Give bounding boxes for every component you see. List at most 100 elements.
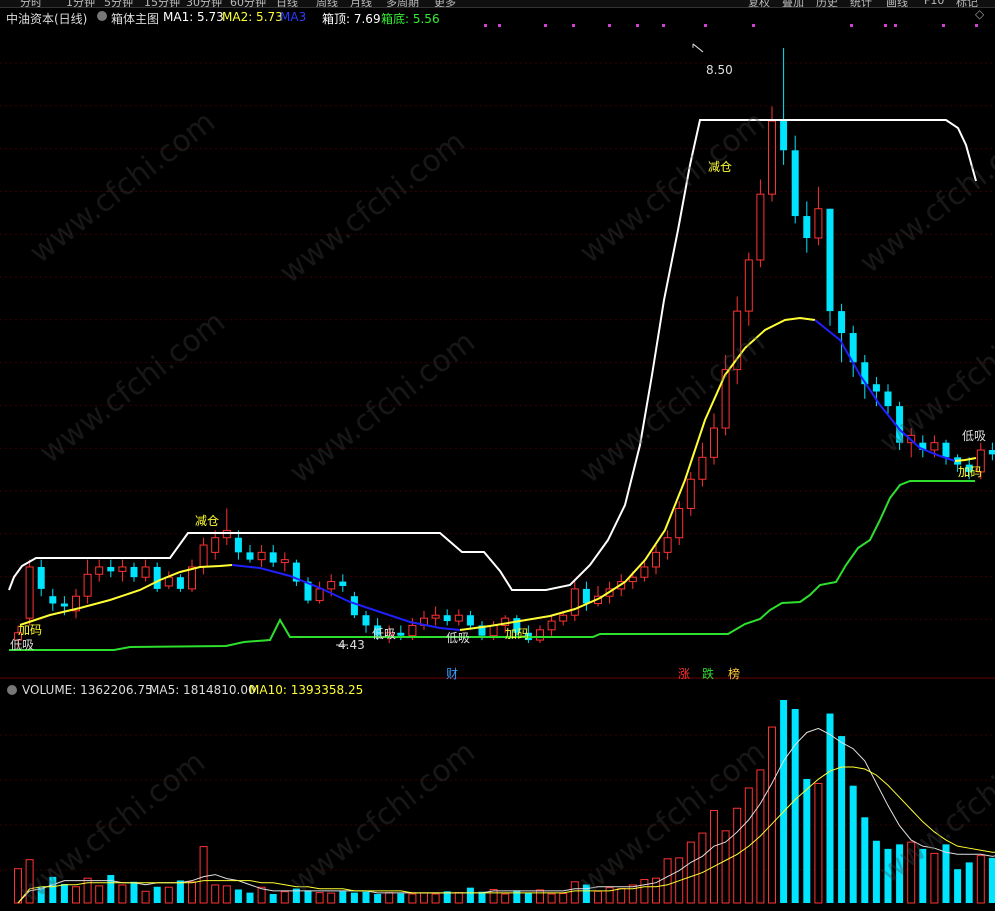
candle-body <box>988 450 995 455</box>
candle-body <box>397 632 405 636</box>
volume-bar <box>188 881 196 904</box>
candle-body <box>176 577 184 589</box>
volume-bar <box>976 855 985 904</box>
candle-body <box>408 624 417 637</box>
event-marker-billboard: 榜 <box>728 666 740 681</box>
volume-bar <box>849 785 857 903</box>
candle-body <box>675 507 684 539</box>
candle-body <box>756 193 765 261</box>
candle-body <box>443 615 451 622</box>
candle-body <box>744 259 753 312</box>
candle-body <box>141 566 150 578</box>
volume-bar <box>628 884 637 904</box>
candle-body <box>37 566 45 589</box>
volume-bar <box>988 857 995 903</box>
volume-bar <box>965 862 973 903</box>
volume-bar <box>199 846 208 904</box>
signal-dot <box>752 24 755 27</box>
signal-dot <box>850 24 853 27</box>
volume-bar <box>280 891 289 904</box>
candle-body <box>536 629 544 641</box>
candle-body <box>872 384 880 392</box>
candle-body <box>257 551 266 561</box>
volume-bar <box>315 892 324 904</box>
candle-body <box>791 150 799 217</box>
volume-bar <box>640 879 649 904</box>
candle-body <box>780 121 788 151</box>
candle-body <box>454 614 463 622</box>
candle-body <box>466 615 474 626</box>
signal-buy-low: 低吸 <box>372 627 396 641</box>
candle-body <box>838 311 846 334</box>
volume-bar <box>107 875 115 903</box>
volume-bar <box>431 893 440 904</box>
candle-body <box>663 537 672 553</box>
volume-bar <box>466 887 474 903</box>
candle-body <box>686 478 695 509</box>
volume-bar <box>861 817 869 903</box>
volume-bar <box>397 893 405 903</box>
event-marker-limit-down: 跌 <box>702 666 714 681</box>
signal-buy-low: 低吸 <box>10 638 34 652</box>
volume-bar <box>698 832 707 904</box>
signal-buy-low: 低吸 <box>446 631 470 645</box>
volume-bar <box>385 892 394 904</box>
candle-body <box>60 603 68 607</box>
signal-buy-low: 低吸 <box>962 429 986 443</box>
candle-body <box>269 552 277 563</box>
volume-bar <box>570 881 579 904</box>
volume-bar <box>872 840 880 903</box>
volume-bar <box>339 891 347 903</box>
volume-bar <box>176 880 184 903</box>
volume-bar <box>454 892 463 904</box>
volume-bar <box>374 893 382 903</box>
volume-bar <box>617 888 626 904</box>
volume-bar <box>768 726 776 904</box>
candle-body <box>489 624 498 637</box>
volume-bar <box>803 778 811 903</box>
volume-bar <box>164 886 173 904</box>
candle-body <box>118 566 127 572</box>
volume-bar <box>838 736 846 903</box>
candle-body <box>640 566 649 578</box>
candle-body <box>431 614 440 619</box>
volume-bar <box>744 787 753 904</box>
volume-bar <box>559 893 568 904</box>
event-marker-limit-up: 涨 <box>678 666 690 681</box>
volume-bar <box>246 892 254 903</box>
candle-body <box>107 566 115 572</box>
volume-bar <box>686 841 695 904</box>
candle-body <box>547 620 556 631</box>
volume-bar <box>222 885 231 904</box>
volume-bar <box>269 893 277 903</box>
volume-bar <box>95 885 104 904</box>
candle-body <box>803 216 811 238</box>
candle-body <box>83 573 92 597</box>
volume-bar <box>791 709 799 903</box>
volume-bar <box>710 810 718 904</box>
volume-bar <box>153 886 161 903</box>
signal-dot <box>662 24 665 27</box>
candle-body <box>234 537 242 553</box>
volume-bar <box>513 890 521 903</box>
volume-bar <box>478 891 486 903</box>
candle-body <box>698 456 707 480</box>
volume-bar <box>663 858 672 904</box>
signal-reduce-position: 减仓 <box>195 514 219 528</box>
candle-body <box>95 566 104 575</box>
signal-add-position: 加码 <box>18 623 42 637</box>
volume-bar <box>141 890 150 904</box>
volume-bar <box>83 877 92 904</box>
volume-bar <box>547 893 556 904</box>
candle-body <box>327 581 336 590</box>
volume-bar <box>350 892 358 903</box>
candle-body <box>315 588 324 602</box>
candle-body <box>628 576 637 583</box>
candle-body <box>153 566 161 589</box>
volume-bar <box>780 700 788 903</box>
candle-body <box>130 566 138 578</box>
signal-dot <box>498 24 501 27</box>
signal-dot <box>608 24 611 27</box>
candle-body <box>350 596 358 616</box>
kline-chart[interactable]: 8.504.43减仓减仓低吸低吸 低吸低吸加码 加码加码财涨跌榜 <box>0 0 995 905</box>
